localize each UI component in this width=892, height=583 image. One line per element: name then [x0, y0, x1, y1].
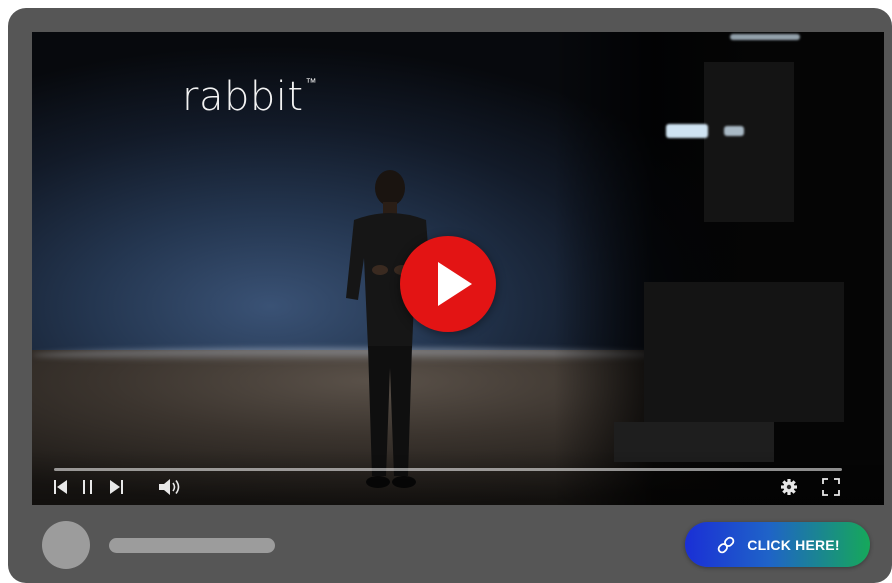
- click-here-button[interactable]: CLICK HERE!: [685, 522, 870, 567]
- video-card: rabbit ™ CLICK HERE!: [8, 8, 892, 583]
- card-footer: CLICK HERE!: [8, 505, 892, 583]
- video-brand-logo: rabbit ™: [182, 74, 318, 120]
- volume-icon: [159, 479, 180, 495]
- fullscreen-button[interactable]: [822, 477, 840, 497]
- volume-button[interactable]: [158, 477, 184, 497]
- skip-next-icon: [110, 480, 123, 494]
- play-button[interactable]: [400, 236, 496, 332]
- pause-button[interactable]: [82, 477, 94, 497]
- next-button[interactable]: [109, 477, 123, 497]
- pause-icon: [83, 480, 92, 494]
- title-placeholder: [109, 538, 275, 553]
- click-here-label: CLICK HERE!: [747, 536, 840, 553]
- video-progress-bar[interactable]: [54, 468, 842, 471]
- settings-button[interactable]: [780, 477, 798, 497]
- previous-button[interactable]: [54, 477, 68, 497]
- gear-icon: [781, 479, 797, 495]
- link-icon: [717, 536, 735, 553]
- video-frame-camera-rig: [554, 32, 884, 505]
- play-icon: [438, 262, 472, 306]
- avatar: [42, 521, 90, 569]
- fullscreen-icon: [822, 478, 840, 496]
- video-player[interactable]: rabbit ™: [32, 32, 884, 505]
- skip-previous-icon: [54, 480, 67, 494]
